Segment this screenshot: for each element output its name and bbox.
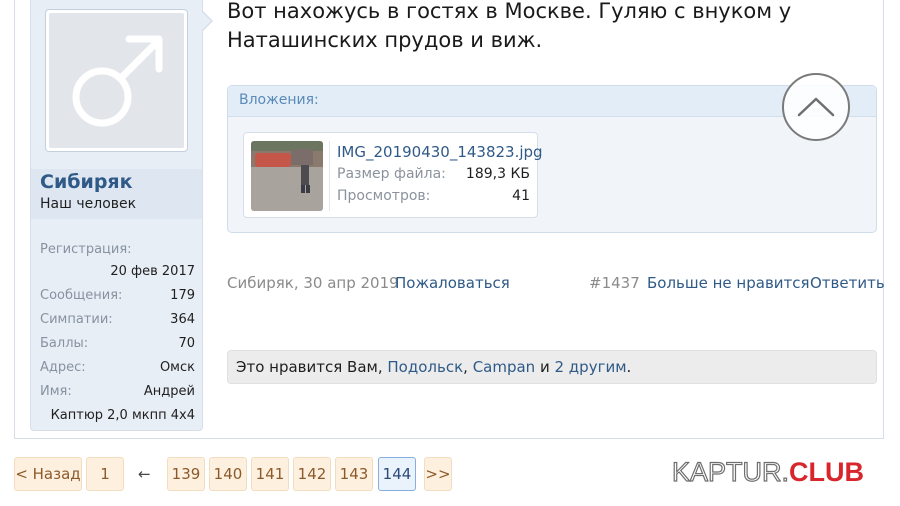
page-link[interactable]: 140 [209, 457, 247, 491]
attachments-block: Вложения: IMG_20190430_143823.jpg Размер… [227, 85, 877, 233]
attachment-divider [329, 141, 330, 211]
page-link[interactable]: 143 [335, 457, 373, 491]
page-link[interactable]: 142 [293, 457, 331, 491]
unlike-link[interactable]: Больше не нравится [647, 274, 810, 292]
likes-dot: . [626, 358, 632, 376]
message-line: Вот нахожусь в гостях в Москве. Гуляю с … [227, 0, 792, 23]
attachment-filename-link[interactable]: IMG_20190430_143823.jpg [337, 143, 543, 161]
logo-text-accent: CLUB [789, 457, 865, 487]
stat-label: Имя: [40, 384, 72, 399]
user-car: Каптюр 2,0 мкпп 4х4 [50, 408, 195, 423]
user-name-box: Сибиряк Наш человек [31, 169, 202, 219]
stat-value: 364 [170, 312, 195, 327]
post-number-link[interactable]: #1437 [589, 274, 640, 292]
liker-link[interactable]: Campan [473, 358, 536, 376]
size-value: 189,3 КБ [465, 166, 530, 182]
username-link[interactable]: Сибиряк [40, 171, 133, 193]
page-ellipsis[interactable]: ← [138, 457, 151, 491]
stat-value[interactable]: 179 [170, 288, 195, 303]
page-current[interactable]: 144 [378, 457, 416, 491]
avatar[interactable] [45, 9, 188, 152]
user-title: Наш человек [40, 196, 137, 212]
registration-label: Регистрация: [40, 242, 132, 257]
registration-value: 20 фев 2017 [110, 264, 195, 279]
pagination: < Назад 1 ← 139 140 141 142 143 144 >> [0, 457, 660, 491]
scroll-to-top-button[interactable] [782, 73, 850, 141]
post-author-date[interactable]: Сибиряк, 30 апр 2019 [227, 274, 399, 292]
size-label: Размер файла: [337, 166, 446, 182]
stat-value[interactable]: 70 [178, 336, 195, 351]
stat-label: Симпатии: [40, 312, 113, 327]
likes-prefix: Это нравится Вам, [236, 358, 388, 376]
reply-link[interactable]: Ответить [810, 274, 885, 292]
logo-text: KAPTUR. [671, 456, 790, 487]
page-link[interactable]: 1 [86, 457, 124, 491]
likes-summary: Это нравится Вам, Подольск, Campan и 2 д… [227, 350, 877, 384]
photo-thumbnail-icon [251, 141, 323, 211]
likes-others-link[interactable]: 2 другим [554, 358, 626, 376]
attachment-item: IMG_20190430_143823.jpg Размер файла: 18… [243, 132, 543, 218]
page-next-button[interactable]: >> [424, 457, 452, 491]
stat-label: Адрес: [40, 360, 86, 375]
attachments-header: Вложения: [228, 86, 876, 117]
views-value: 41 [512, 188, 530, 204]
views-label: Просмотров: [337, 188, 431, 204]
liker-link[interactable]: Подольск [387, 358, 463, 376]
page-prev-button[interactable]: < Назад [14, 457, 82, 491]
stat-value: Андрей [143, 384, 195, 399]
page-link[interactable]: 141 [251, 457, 289, 491]
report-link[interactable]: Пожаловаться [395, 274, 510, 292]
speech-arrow [202, 11, 213, 31]
page-link[interactable]: 139 [167, 457, 205, 491]
chevron-up-icon [797, 97, 835, 117]
message-line: Наташинских прудов и виж. [227, 28, 543, 52]
attachment-thumbnail[interactable] [251, 141, 323, 211]
message-text: Вот нахожусь в гостях в Москве. Гуляю с … [227, 0, 867, 55]
stat-label: Баллы: [40, 336, 89, 351]
male-symbol-icon [72, 35, 162, 126]
site-logo[interactable]: KAPTUR.CLUB [671, 456, 865, 488]
stat-label: Сообщения: [40, 288, 123, 303]
stat-value: Омск [159, 360, 195, 375]
user-info-panel: Сибиряк Наш человек Регистрация: 20 фев … [30, 0, 213, 431]
likes-separator: , [463, 358, 473, 376]
likes-and: и [535, 358, 555, 376]
